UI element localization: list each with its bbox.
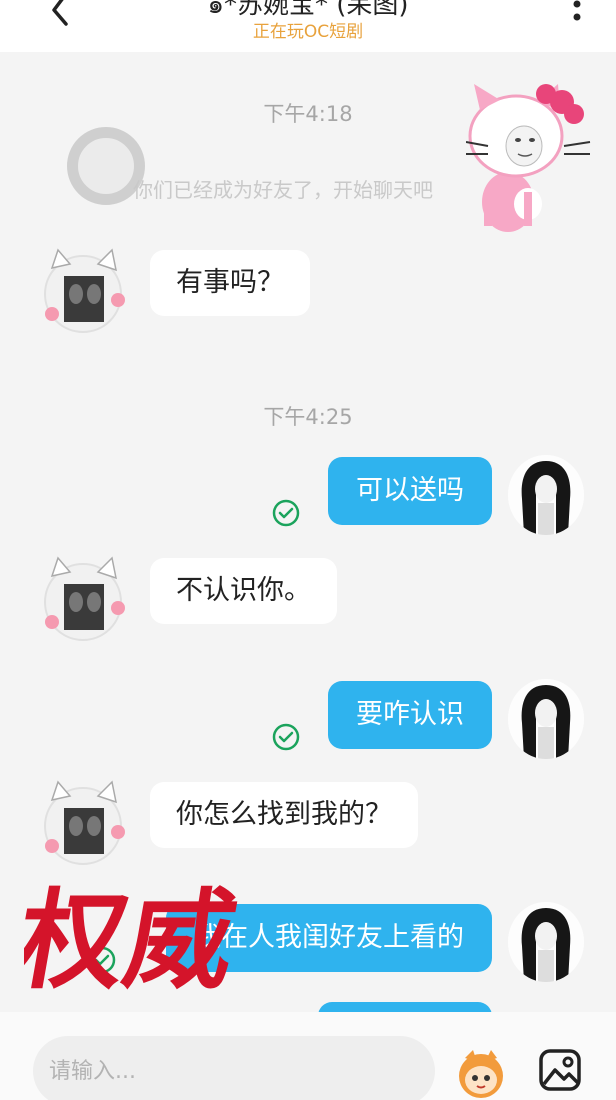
stamp-overlay: 权威 bbox=[24, 877, 245, 994]
chat-header: ๑*苏婉宝* (呆图) 正在玩OC短剧 bbox=[0, 0, 616, 52]
status-subtitle: 正在玩OC短剧 bbox=[252, 22, 364, 42]
check-icon bbox=[272, 723, 300, 751]
message-bubble-incoming[interactable]: 有事吗？ bbox=[150, 250, 310, 316]
timestamp: 下午4:25 bbox=[263, 405, 353, 429]
image-icon[interactable] bbox=[538, 1048, 582, 1092]
message-input[interactable] bbox=[49, 1054, 409, 1088]
mascot-icon[interactable] bbox=[455, 1048, 507, 1100]
user-avatar[interactable] bbox=[508, 902, 584, 982]
contact-avatar[interactable] bbox=[40, 248, 126, 338]
system-note: 你们已经成为好友了，开始聊天吧 bbox=[133, 178, 433, 202]
user-avatar[interactable] bbox=[508, 455, 584, 535]
message-bubble-outgoing[interactable]: 要咋认识 bbox=[328, 681, 492, 749]
message-input-wrapper bbox=[33, 1036, 435, 1100]
kitty-sticker bbox=[466, 84, 591, 232]
more-icon[interactable] bbox=[572, 0, 582, 30]
user-avatar[interactable] bbox=[508, 679, 584, 759]
message-bubble-outgoing[interactable]: 可以送吗 bbox=[328, 457, 492, 525]
input-bar bbox=[0, 1012, 616, 1100]
message-bubble-incoming[interactable]: 你怎么找到我的？ bbox=[150, 782, 418, 848]
contact-avatar[interactable] bbox=[40, 780, 126, 870]
contact-avatar[interactable] bbox=[40, 556, 126, 646]
message-bubble-incoming[interactable]: 不认识你。 bbox=[150, 558, 337, 624]
stamp-text: 权威 bbox=[24, 877, 245, 994]
check-icon bbox=[272, 499, 300, 527]
